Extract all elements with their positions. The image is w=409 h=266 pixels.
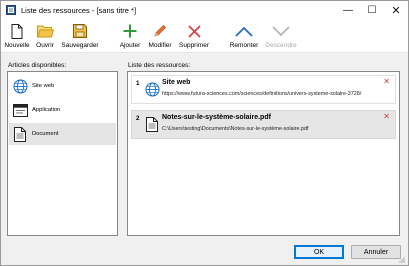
ok-button[interactable]: OK (294, 245, 344, 259)
resources-label: Liste des ressources: (128, 62, 191, 69)
resource-path: C:\Users\testing\Documents\Notes-sur-le-… (162, 126, 309, 132)
move-down-button[interactable]: Descendre (263, 19, 299, 53)
cancel-label: Annuler (363, 248, 389, 256)
open-label: Ouvrir (36, 42, 54, 49)
resize-grip-icon[interactable] (398, 256, 405, 263)
save-label: Sauvegarder (61, 42, 99, 49)
delete-x-icon (187, 24, 201, 38)
save-icon (73, 24, 87, 38)
window-title: Liste des ressources - [sans titre *] (21, 5, 137, 15)
globe-icon (13, 79, 27, 93)
move-up-button[interactable]: Remonter (227, 19, 261, 53)
ok-label: OK (313, 248, 325, 256)
resource-title: Notes-sur-le-système-solaire.pdf (162, 114, 271, 121)
article-label: Document (32, 131, 59, 137)
minimize-button[interactable]: — (336, 1, 360, 19)
remove-resource-icon[interactable]: ✕ (383, 112, 390, 121)
move-up-label: Remonter (229, 42, 259, 49)
globe-icon (145, 82, 159, 96)
cancel-button[interactable]: Annuler (351, 245, 401, 259)
resources-list[interactable]: 1 Site web https://www.futura-sciences.c… (127, 71, 400, 236)
resource-path: https://www.futura-sciences.com/sciences… (162, 91, 362, 97)
plus-icon (123, 24, 137, 38)
edit-label: Modifier (148, 42, 172, 49)
toolbar: Nouvelle Ouvrir Sauvegarder Ajouter Modi… (1, 19, 408, 53)
folder-icon (36, 25, 54, 38)
content-area: Articles disponibles: Liste des ressourc… (1, 54, 408, 265)
resource-list-window: Liste des ressources - [sans titre *] — … (0, 0, 409, 266)
articles-list[interactable]: Site web Application Document (7, 71, 118, 236)
article-label: Site web (32, 83, 55, 89)
available-articles-label: Articles disponibles: (8, 62, 67, 69)
new-document-icon (11, 23, 23, 39)
add-label: Ajouter (119, 42, 141, 49)
application-window-icon (12, 103, 28, 117)
delete-label: Supprimer (179, 42, 209, 49)
add-button[interactable]: Ajouter (117, 19, 143, 53)
edit-button[interactable]: Modifier (145, 19, 175, 53)
app-icon (6, 5, 16, 15)
chevron-up-icon (235, 26, 253, 37)
chevron-down-icon (272, 25, 290, 36)
article-item-application[interactable]: Application (9, 99, 116, 121)
move-down-label: Descendre (265, 42, 297, 49)
article-item-site-web[interactable]: Site web (9, 75, 116, 97)
resource-number: 2 (136, 115, 140, 122)
article-item-document[interactable]: Document (9, 123, 116, 145)
maximize-button[interactable]: ☐ (360, 1, 384, 19)
article-label: Application (32, 107, 61, 113)
document-icon (146, 116, 158, 132)
delete-button[interactable]: Supprimer (177, 19, 211, 53)
resource-title: Site web (162, 79, 191, 86)
close-icon: ✕ (391, 4, 401, 17)
title-bar: Liste des ressources - [sans titre *] — … (1, 1, 408, 19)
resource-number: 1 (136, 80, 140, 87)
resource-item[interactable]: 2 Notes-sur-le-système-solaire.pdf C:\Us… (131, 110, 396, 139)
maximize-icon: ☐ (367, 4, 377, 16)
resource-item[interactable]: 1 Site web https://www.futura-sciences.c… (131, 75, 396, 104)
document-icon (14, 126, 26, 142)
pencil-icon (154, 24, 167, 37)
minimize-icon: — (343, 4, 353, 16)
remove-resource-icon[interactable]: ✕ (383, 77, 390, 86)
new-label: Nouvelle (4, 42, 30, 49)
open-button[interactable]: Ouvrir (34, 19, 56, 53)
save-button[interactable]: Sauvegarder (59, 19, 101, 53)
new-button[interactable]: Nouvelle (4, 19, 30, 53)
close-window-button[interactable]: ✕ (384, 1, 408, 19)
